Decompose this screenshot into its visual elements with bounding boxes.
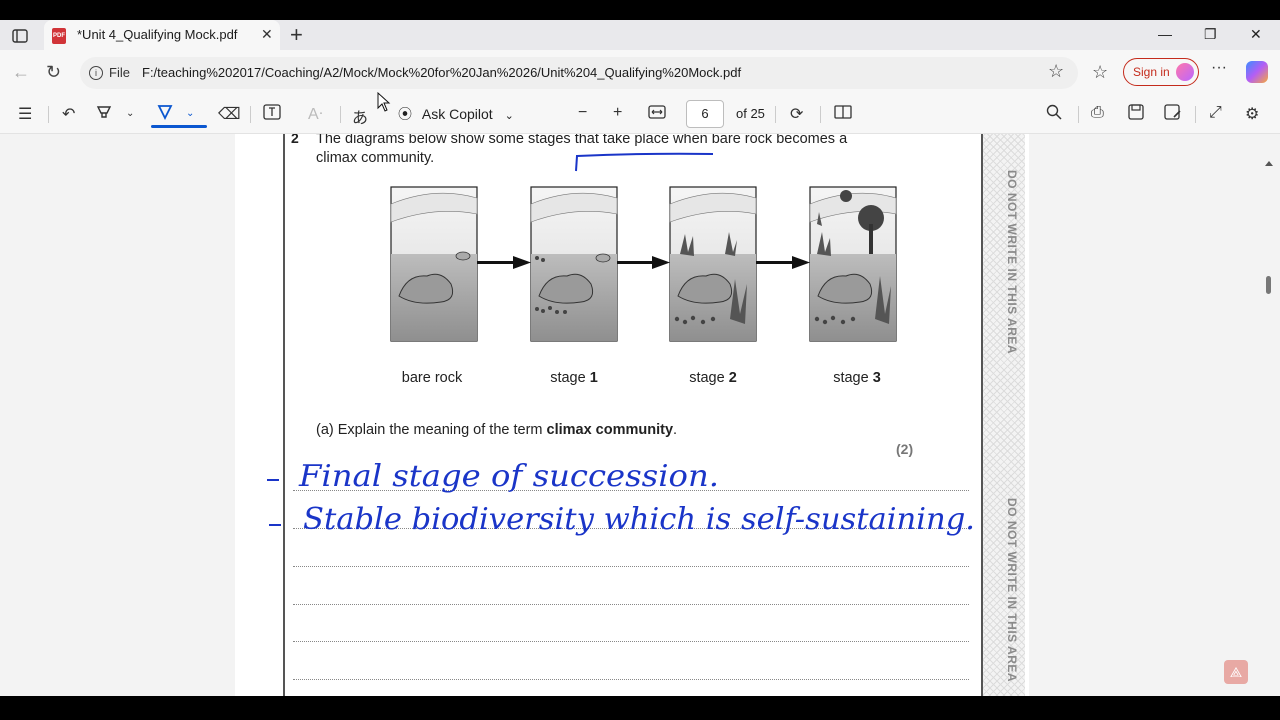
back-icon[interactable]: ← — [12, 62, 30, 83]
info-icon[interactable]: i — [89, 66, 103, 80]
divider — [1078, 106, 1079, 123]
pdf-viewer: DO NOT WRITE IN THIS AREA DO NOT WRITE I… — [0, 134, 1280, 696]
print-icon[interactable]: ⎙ — [1091, 104, 1104, 122]
read-aloud-icon: Aᐧ — [308, 106, 323, 123]
tab-active[interactable]: PDF *Unit 4_Qualifying Mock.pdf ✕ — [44, 20, 280, 50]
chevron-down-icon: ⌄ — [504, 110, 514, 122]
mouse-cursor-icon — [377, 92, 391, 112]
handwritten-line-2: Stable biodiversity which is self-sustai… — [303, 502, 975, 537]
highlight-chevron-down-icon[interactable]: ⌄ — [126, 108, 134, 119]
divider — [340, 106, 341, 123]
divider — [775, 106, 776, 123]
acrobat-icon[interactable]: ⟁ — [1224, 660, 1248, 684]
ask-copilot-button[interactable]: ⦿ Ask Copilot ⌄ — [398, 104, 514, 124]
favorite-star-icon[interactable]: ☆ — [1048, 61, 1064, 82]
close-tab-icon[interactable]: ✕ — [261, 26, 273, 43]
search-icon[interactable] — [1046, 104, 1062, 125]
copilot-icon[interactable] — [1246, 61, 1268, 83]
copilot-outline-icon: ⦿ — [398, 106, 412, 122]
pdf-toolbar: ☰ ↶ ⌄ ⌄ ⌫ Aᐧ あ ⦿ Ask Copilot ⌄ − + 6 of … — [0, 96, 1280, 134]
divider — [250, 106, 251, 123]
undo-icon[interactable]: ↶ — [62, 104, 75, 124]
rotate-icon[interactable]: ⟳ — [790, 104, 803, 124]
url-field[interactable]: i File F:/teaching%202017/Coaching/A2/Mo… — [80, 57, 1078, 89]
pdf-page: DO NOT WRITE IN THIS AREA DO NOT WRITE I… — [235, 134, 1029, 696]
highlight-icon[interactable] — [96, 104, 112, 125]
page-view-icon[interactable] — [834, 104, 852, 125]
zoom-out-icon[interactable]: − — [578, 104, 587, 122]
save-icon[interactable] — [1128, 104, 1144, 125]
handwritten-line-1: Final stage of succession. — [298, 459, 719, 494]
scroll-thumb — [1266, 276, 1271, 294]
file-label: File — [109, 65, 130, 80]
divider — [1195, 106, 1196, 123]
divider — [820, 106, 821, 123]
page-number-input[interactable]: 6 — [686, 100, 724, 128]
favorites-icon[interactable]: ☆ — [1092, 62, 1108, 83]
ask-copilot-label: Ask Copilot — [421, 106, 493, 122]
text-box-icon[interactable] — [263, 104, 281, 125]
tab-title: *Unit 4_Qualifying Mock.pdf — [77, 27, 238, 42]
vertical-scrollbar[interactable] — [1258, 134, 1280, 696]
pdf-icon: PDF — [52, 28, 66, 44]
translate-icon[interactable]: あ — [352, 104, 368, 128]
sign-in-button[interactable]: Sign in — [1123, 58, 1199, 86]
contents-icon[interactable]: ☰ — [18, 104, 32, 124]
address-bar-row: ← ↻ i File F:/teaching%202017/Coaching/A… — [0, 50, 1280, 96]
avatar — [1176, 63, 1194, 81]
refresh-icon[interactable]: ↻ — [46, 62, 61, 83]
minimize-icon[interactable]: — — [1158, 26, 1172, 42]
fit-width-icon[interactable] — [648, 104, 666, 125]
restore-icon[interactable]: ❐ — [1204, 26, 1217, 43]
draw-chevron-down-icon[interactable]: ⌄ — [186, 108, 194, 119]
scroll-up-icon — [1265, 161, 1273, 166]
settings-gear-icon[interactable]: ⚙ — [1245, 104, 1259, 124]
divider — [48, 106, 49, 123]
zoom-in-icon[interactable]: + — [613, 104, 622, 122]
sign-in-label: Sign in — [1133, 65, 1170, 79]
page-count: of 25 — [736, 106, 765, 121]
browser-window: PDF *Unit 4_Qualifying Mock.pdf ✕ + — ❐ … — [0, 20, 1280, 696]
new-tab-icon[interactable]: + — [290, 22, 303, 48]
ink-stroke — [575, 152, 714, 172]
more-icon[interactable]: ··· — [1211, 59, 1227, 77]
save-as-icon[interactable] — [1164, 104, 1182, 125]
tab-actions-icon[interactable] — [6, 24, 34, 48]
eraser-icon[interactable]: ⌫ — [218, 104, 241, 124]
draw-icon[interactable] — [157, 104, 173, 125]
tab-bar: PDF *Unit 4_Qualifying Mock.pdf ✕ + — ❐ … — [0, 20, 1280, 50]
fullscreen-icon[interactable]: ⤢ — [1209, 104, 1222, 122]
ink-annotations: Final stage of succession. Stable biodiv… — [267, 152, 975, 537]
close-window-icon[interactable]: ✕ — [1250, 26, 1262, 43]
url-text[interactable]: F:/teaching%202017/Coaching/A2/Mock/Mock… — [142, 65, 741, 80]
